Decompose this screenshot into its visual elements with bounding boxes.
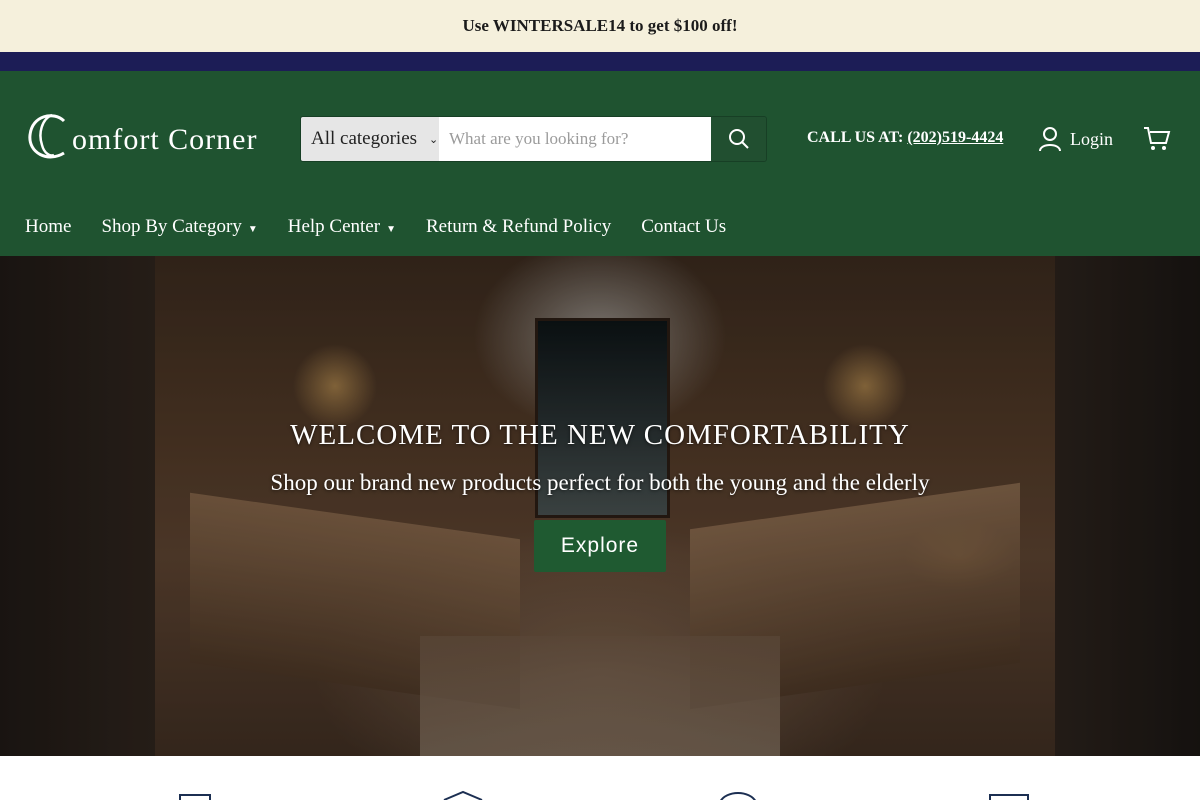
explore-button[interactable]: Explore — [534, 520, 666, 572]
nav-item-home[interactable]: Home — [25, 216, 71, 238]
nav-item-return-refund-policy[interactable]: Return & Refund Policy — [426, 216, 611, 238]
hero-content: WELCOME TO THE NEW COMFORTABILITY Shop o… — [0, 419, 1200, 572]
nav-label: Help Center — [287, 216, 381, 237]
phone-link[interactable]: (202)519-4424 — [907, 129, 1003, 146]
search-input[interactable] — [439, 117, 711, 161]
announcement-bar: Use WINTERSALE14 to get $100 off! — [0, 0, 1200, 52]
search-icon — [728, 129, 749, 149]
user-icon — [1039, 127, 1061, 152]
call-label: CALL US AT: — [807, 129, 904, 146]
hero-banner: WELCOME TO THE NEW COMFORTABILITY Shop o… — [0, 256, 1200, 756]
main-nav: Home Shop By Category ▼ Help Center ▼ Re… — [25, 216, 726, 238]
nav-item-help-center[interactable]: Help Center ▼ — [288, 216, 396, 238]
logo[interactable]: omfort Corner — [24, 107, 257, 167]
category-select[interactable]: All categories ⌄ — [301, 117, 439, 161]
accent-band — [0, 52, 1200, 71]
chevron-down-icon: ▼ — [386, 223, 396, 235]
features-strip — [0, 756, 1200, 800]
cart-icon — [1144, 127, 1171, 150]
nav-label: Contact Us — [641, 216, 727, 237]
nav-label: Return & Refund Policy — [425, 216, 612, 237]
nav-item-shop-by-category[interactable]: Shop By Category ▼ — [101, 216, 257, 238]
call-us: CALL US AT: (202)519-4424 — [807, 129, 1003, 147]
nav-item-contact-us[interactable]: Contact Us — [641, 216, 726, 238]
logo-text: omfort Corner — [72, 123, 258, 156]
logo-mark-icon — [28, 113, 66, 159]
hero-title: WELCOME TO THE NEW COMFORTABILITY — [290, 419, 910, 451]
site-header: omfort Corner All categories ⌄ CALL US A… — [0, 71, 1200, 256]
login-link[interactable]: Login — [1038, 126, 1113, 152]
search-button[interactable] — [711, 117, 766, 161]
feature-monitor-icon — [989, 794, 1029, 800]
login-label: Login — [1070, 128, 1113, 149]
cart-button[interactable] — [1143, 126, 1171, 157]
feature-box-icon — [179, 794, 211, 800]
nav-label: Home — [25, 216, 72, 237]
chevron-down-icon: ⌄ — [429, 133, 439, 146]
feature-package-icon — [443, 790, 483, 800]
category-select-label: All categories — [311, 128, 418, 149]
hero-subtitle: Shop our brand new products perfect for … — [270, 470, 930, 495]
chevron-down-icon: ▼ — [247, 223, 258, 235]
feature-circle-icon — [720, 792, 756, 800]
announcement-text: Use WINTERSALE14 to get $100 off! — [462, 16, 738, 35]
nav-label: Shop By Category — [101, 216, 242, 237]
search-bar: All categories ⌄ — [300, 116, 767, 162]
